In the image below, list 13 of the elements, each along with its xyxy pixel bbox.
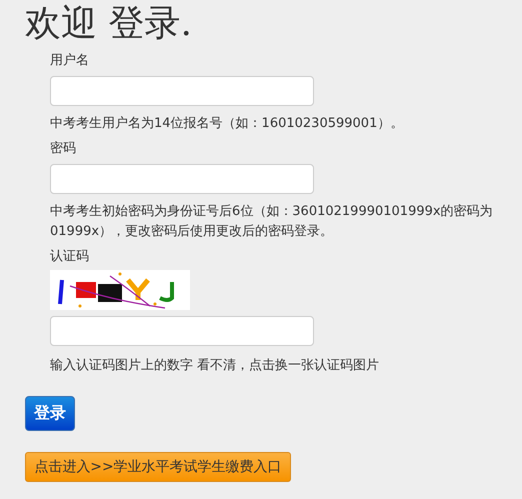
fee-entry-button[interactable]: 点击进入>>学业水平考试学生缴费入口 — [25, 452, 291, 482]
field-label: 密码 — [50, 140, 77, 158]
field-hint: 输入认证码图片上的数字 — [50, 357, 193, 375]
input-field[interactable] — [50, 164, 314, 194]
field-hint: 中考考生初始密码为身份证号后6位（如：36010219990101999x的密码为01999x），更改密码后使用更改后的密码登录。 — [50, 203, 494, 241]
field-label: 用户名 — [50, 52, 90, 70]
field-label: 认证码 — [50, 248, 90, 266]
login-button[interactable]: 登录 — [25, 396, 75, 431]
input-field[interactable] — [50, 76, 314, 106]
page-heading: 欢迎 登录. — [25, 2, 193, 46]
refresh-captcha-link[interactable]: 看不清，点击换一张认证码图片 — [197, 356, 379, 376]
input-field[interactable] — [50, 316, 314, 346]
field-hint: 中考考生用户名为14位报名号（如：16010230599001）。 — [50, 115, 404, 133]
